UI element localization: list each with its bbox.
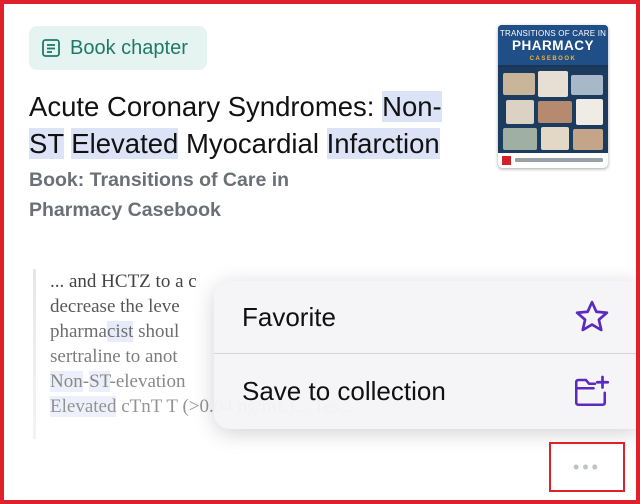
snippet-highlight: Elevated [50,396,117,417]
cover-photo-collage [498,67,608,153]
snippet-text: pharma [50,321,107,342]
title-highlight: Non- [382,91,442,122]
more-icon: ••• [573,456,601,477]
snippet-highlight: cist [106,321,134,342]
title-text: Acute Coronary Syndromes: [29,91,383,122]
book-source-line: Pharmacy Casebook [29,199,221,221]
book-cover-image[interactable]: TRANSITIONS OF CARE IN PHARMACY CASEBOOK [498,25,608,168]
book-chapter-badge: Book chapter [29,26,207,70]
title-highlight: Infarction [326,128,440,159]
title-text: Myocardial [178,128,327,159]
snippet-text: -elevation [109,371,186,392]
book-chapter-icon [40,37,62,59]
snippet-highlight: ST [89,371,110,392]
cover-footer [498,153,608,168]
favorite-menu-item[interactable]: Favorite [214,281,640,354]
snippet-text: shoul [133,321,180,342]
star-icon [572,297,612,337]
favorite-label: Favorite [242,301,336,332]
title-highlight: ST [29,128,64,159]
context-menu: Favorite Save to collection [214,281,640,429]
cover-subtitle: CASEBOOK [529,56,577,62]
cover-header: TRANSITIONS OF CARE IN PHARMACY CASEBOOK [498,25,608,65]
badge-label: Book chapter [70,36,188,59]
book-source: Book: Transitions of Care in Pharmacy Ca… [29,165,349,225]
folder-add-icon [572,372,612,412]
more-options-button[interactable]: ••• [549,442,625,492]
title-highlight: Elevated [71,128,179,159]
book-source-line: Book: Transitions of Care in [29,169,290,191]
save-to-collection-label: Save to collection [242,376,446,406]
cover-title-small: TRANSITIONS OF CARE IN [499,29,607,38]
publisher-logo [502,156,511,165]
snippet-highlight: Non [50,371,83,392]
save-to-collection-menu-item[interactable]: Save to collection [214,355,640,428]
cover-title-large: PHARMACY [511,38,594,53]
chapter-title[interactable]: Acute Coronary Syndromes: Non- ST Elevate… [29,88,489,162]
cover-authors [515,158,603,162]
